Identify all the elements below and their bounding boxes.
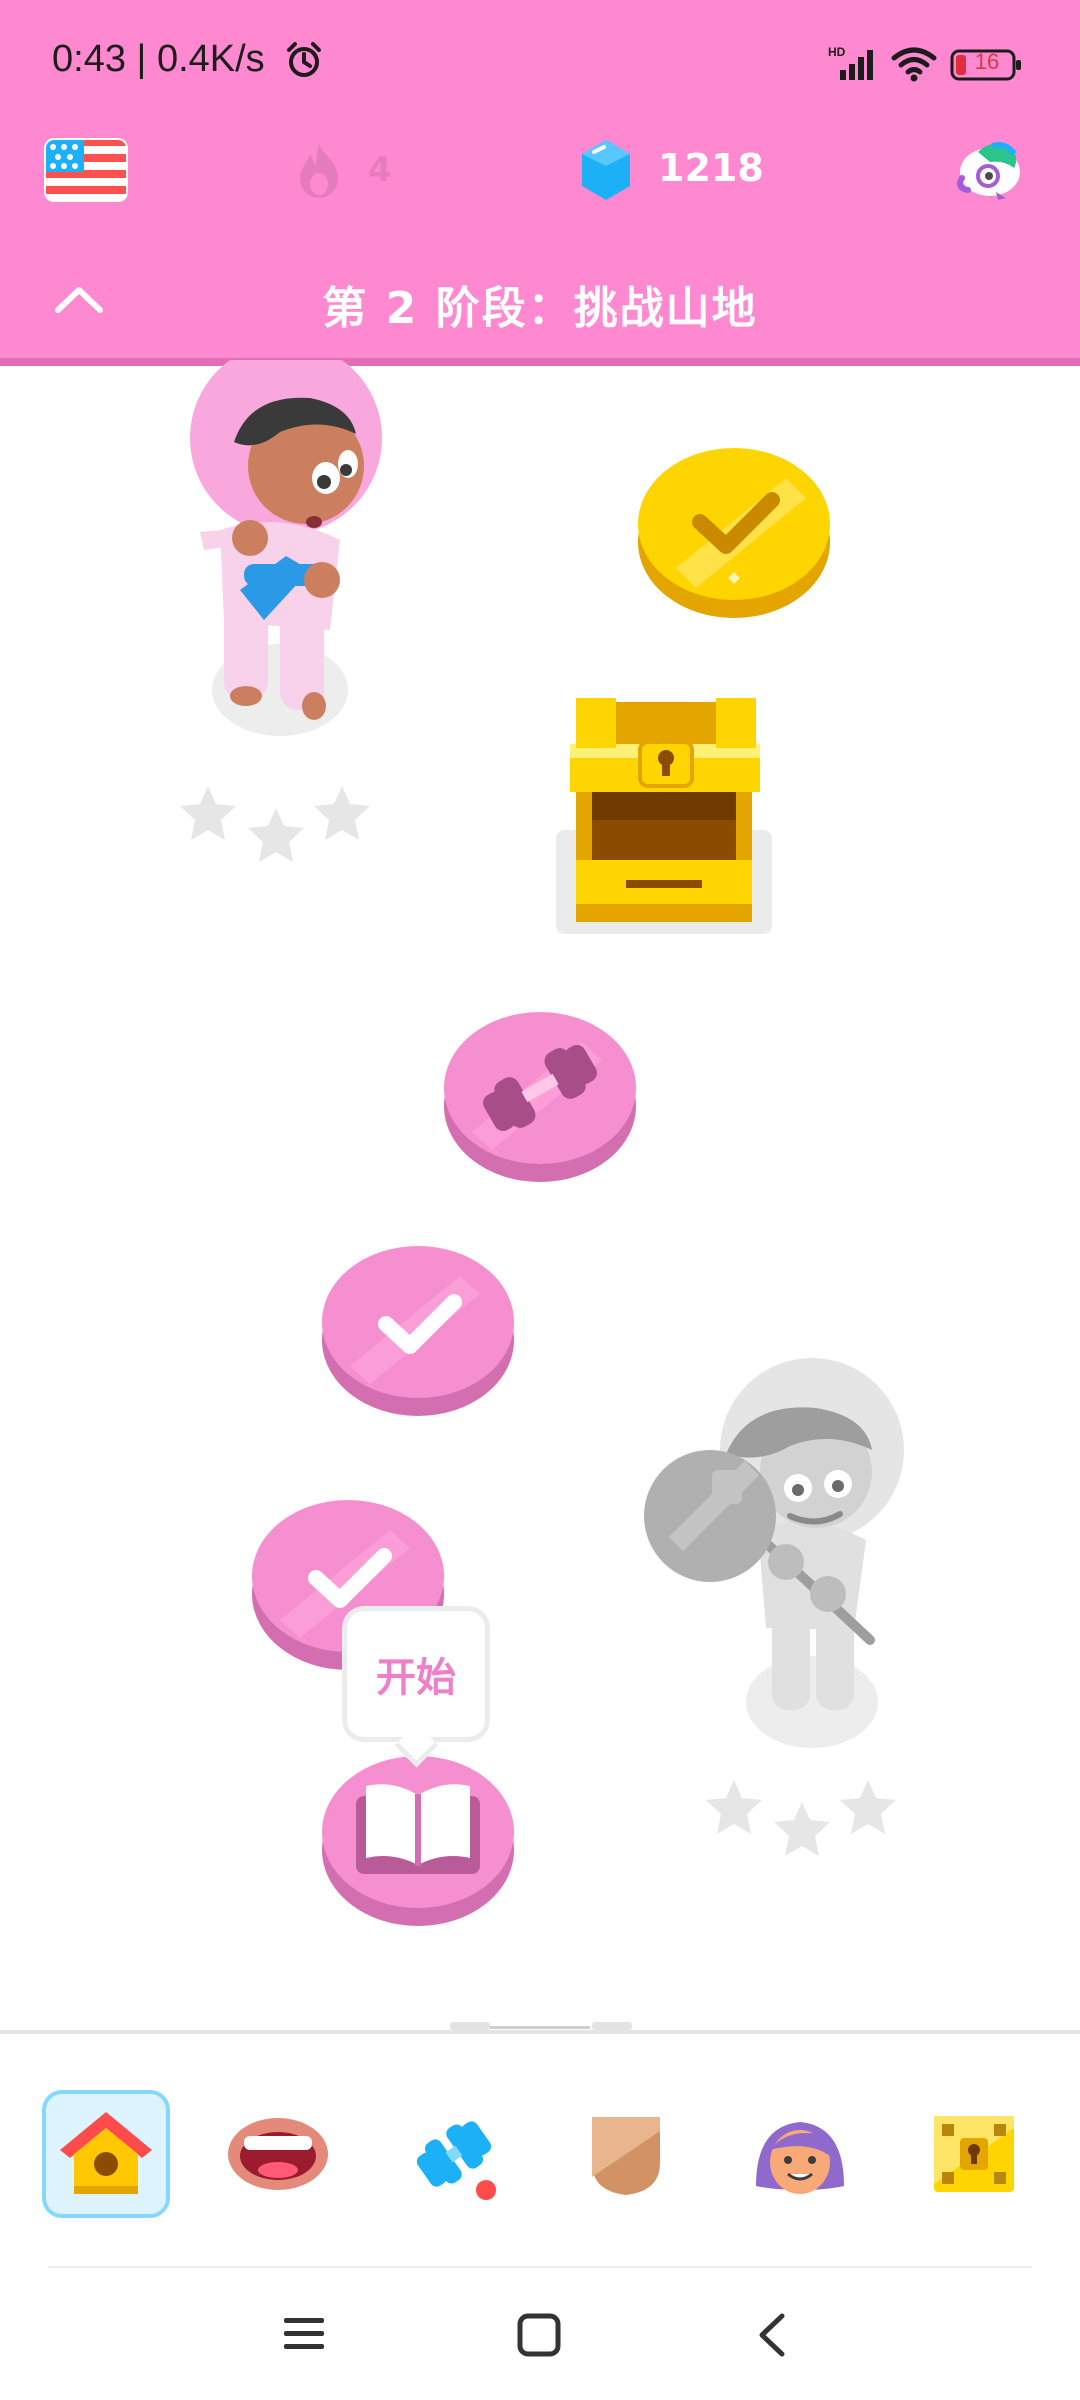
stars-rating-karate [180,786,370,862]
status-time: 0:43 | 0.4K/s [52,38,265,80]
treasure-chest-icon [934,2116,1014,2192]
treasure-chest-node[interactable] [556,690,776,944]
gem-icon[interactable] [578,138,634,202]
streak-count[interactable]: 4 [368,150,392,190]
avatar-icon [756,2122,844,2194]
nav-leagues[interactable] [562,2090,690,2218]
nav-profile[interactable] [736,2090,864,2218]
unit-title[interactable]: 第 2 阶段：挑战山地 [0,272,1080,336]
nav-divider [48,2266,1032,2268]
nav-speak[interactable] [214,2090,342,2218]
alarm-icon [287,42,321,77]
battery-level: 16 [974,49,1000,74]
nav-practice[interactable] [390,2090,518,2218]
book-icon [356,1784,480,1874]
fire-icon[interactable] [294,140,344,200]
character-locked [644,1358,904,1748]
character-karate[interactable] [180,360,400,740]
network-label: HD [828,45,846,59]
shield-icon [592,2117,660,2195]
start-label[interactable]: 开始 [376,1645,456,1703]
nav-home[interactable] [42,2090,170,2218]
menu-icon[interactable] [280,2312,328,2356]
start-tooltip[interactable]: 开始 [342,1606,490,1742]
home-icon [60,2112,152,2194]
lesson-node-1[interactable] [320,1236,516,1420]
back-chevron-icon[interactable] [752,2310,792,2360]
scroll-indicator [450,2022,632,2030]
practice-node[interactable] [442,1002,638,1186]
lesson-node-current[interactable] [320,1746,516,1930]
notification-dot [476,2180,496,2200]
dumbbell-icon [416,2121,496,2200]
nav-shop[interactable] [910,2090,1038,2218]
home-square-icon[interactable] [514,2310,564,2360]
stars-rating-locked [706,1780,896,1856]
gold-coin-node[interactable] [636,438,832,622]
gems-count[interactable]: 1218 [658,146,764,190]
header-divider [0,358,1080,366]
us-flag-icon[interactable] [44,138,128,202]
wifi-icon [891,47,937,82]
duo-mascot-icon[interactable] [948,132,1028,212]
mouth-icon [228,2118,328,2190]
signal-icon: HD [828,45,873,80]
